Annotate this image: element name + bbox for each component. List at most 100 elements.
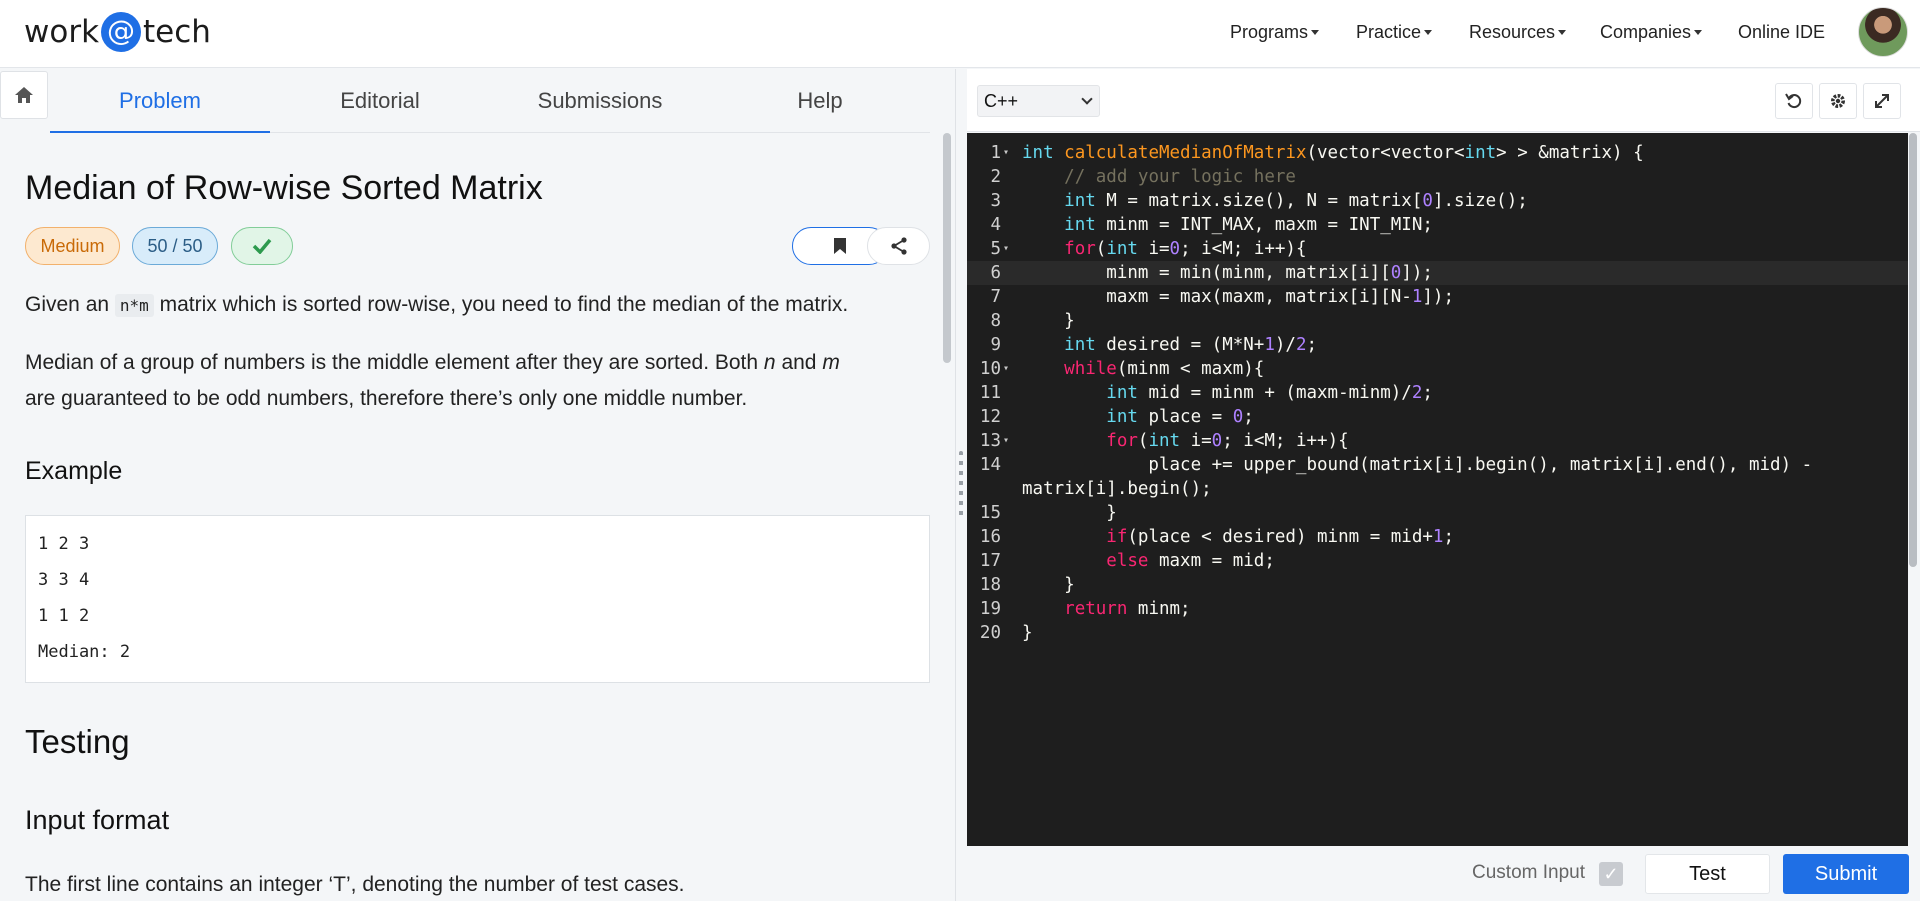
nav-practice-label: Practice xyxy=(1356,21,1422,42)
problem-description-2: Median of a group of numbers is the midd… xyxy=(25,345,930,417)
problem-scrollbar[interactable] xyxy=(943,133,951,363)
code-token: 1 xyxy=(1264,335,1275,355)
desc-text: Given an xyxy=(25,293,115,316)
test-button[interactable]: Test xyxy=(1645,854,1770,894)
code-token: if(place < desired) minm = mid+1; xyxy=(1106,527,1455,547)
code-line[interactable]: 14 place += upper_bound(matrix[i].begin(… xyxy=(967,453,1908,477)
code-line[interactable]: 11 int mid = minm + (maxm-minm)/2; xyxy=(967,381,1908,405)
line-number: 7 xyxy=(990,287,1001,307)
code-token: } xyxy=(1022,311,1075,331)
code-token: int xyxy=(1064,215,1096,235)
nav-resources[interactable]: Resources xyxy=(1469,22,1567,43)
site-logo[interactable]: work @ tech xyxy=(24,12,211,52)
fold-arrow-icon: ▾ xyxy=(1003,147,1010,158)
code-token: else maxm = mid; xyxy=(1106,551,1275,571)
code-token: 2 xyxy=(1295,335,1307,355)
code-line[interactable]: 13 ▾ for(int i=0; i<M; i++){ xyxy=(967,429,1908,453)
code-line[interactable]: 4 int minm = INT_MAX, maxm = INT_MIN; xyxy=(967,213,1908,237)
code-token: while xyxy=(1064,359,1117,379)
code-line[interactable]: 5 ▾ for(int i=0; i<M; i++){ xyxy=(967,237,1908,261)
nav-programs[interactable]: Programs xyxy=(1230,22,1320,43)
code-editor[interactable]: 1 ▾ int calculateMedianOfMatrix(vector<vec… xyxy=(967,133,1908,846)
settings-button[interactable] xyxy=(1819,83,1857,119)
code-token: int xyxy=(1106,239,1138,259)
code-token: int xyxy=(1106,383,1138,403)
var-n: n xyxy=(763,351,776,374)
code-line[interactable]: 8 } xyxy=(967,309,1908,333)
code-token: int desired = (M*N+1)/2; xyxy=(1064,335,1318,355)
bookmark-icon xyxy=(834,238,846,254)
fullscreen-button[interactable] xyxy=(1863,83,1901,119)
code-token: for(int i=0; i<M; i++){ xyxy=(1064,239,1307,259)
code-line[interactable]: 9 int desired = (M*N+1)/2; xyxy=(967,333,1908,357)
input-format-heading: Input format xyxy=(25,805,170,835)
code-line[interactable]: 3 int M = matrix.size(), N = matrix[0].s… xyxy=(967,189,1908,213)
tab-help[interactable]: Help xyxy=(710,69,930,133)
editor-pane: C++ 1 ▾ int calculateMedianOfMatrix(vector… xyxy=(967,69,1920,901)
line-number: 1 xyxy=(990,143,1001,163)
caret-down-icon xyxy=(1424,29,1433,35)
tab-editorial[interactable]: Editorial xyxy=(270,69,490,133)
code-line[interactable]: 18 } xyxy=(967,573,1908,597)
code-token: int minm = INT_MAX, maxm = INT_MIN; xyxy=(1064,215,1433,235)
code-token: for xyxy=(1064,239,1096,259)
code-line[interactable]: 12 int place = 0; xyxy=(967,405,1908,429)
testing-heading: Testing xyxy=(25,723,130,760)
share-button[interactable] xyxy=(867,227,930,265)
var-m: m xyxy=(822,351,840,374)
code-token: place += upper_bound(matrix[i].begin(), … xyxy=(1022,455,1813,475)
submit-button[interactable]: Submit xyxy=(1783,854,1909,894)
example-line: 1 1 2 xyxy=(38,606,90,626)
code-line[interactable]: 10 ▾ while(minm < maxm){ xyxy=(967,357,1908,381)
fold-arrow-icon: ▾ xyxy=(1003,435,1010,446)
code-token: while(minm < maxm){ xyxy=(1064,359,1265,379)
code-token: int xyxy=(1022,143,1054,163)
pane-splitter[interactable] xyxy=(955,69,967,901)
chevron-down-icon xyxy=(1081,93,1093,105)
user-avatar[interactable] xyxy=(1858,7,1908,57)
problem-tabs: Problem Editorial Submissions Help xyxy=(50,69,930,133)
example-line: Median: 2 xyxy=(38,642,131,662)
code-token: matrix[i].begin(); xyxy=(1022,479,1212,499)
share-icon xyxy=(890,237,907,255)
nav-online-ide[interactable]: Online IDE xyxy=(1738,22,1825,43)
code-token: int xyxy=(1064,191,1096,211)
editor-bottom-bar: Custom Input ✓ Test Submit xyxy=(967,846,1920,901)
code-line[interactable]: 6 minm = min(minm, matrix[i][0]); xyxy=(967,261,1908,285)
code-line[interactable]: 20} xyxy=(967,621,1908,645)
line-number: 3 xyxy=(990,191,1001,211)
home-button[interactable] xyxy=(0,71,48,119)
code-line[interactable]: matrix[i].begin(); xyxy=(967,477,1908,501)
nav-practice[interactable]: Practice xyxy=(1356,21,1433,43)
problem-pane: Problem Editorial Submissions Help Media… xyxy=(0,69,955,901)
nav-companies[interactable]: Companies xyxy=(1600,21,1703,43)
editor-toolbar: C++ xyxy=(967,69,1920,132)
language-select[interactable]: C++ xyxy=(977,85,1100,117)
code-line[interactable]: 2 // add your logic here xyxy=(967,165,1908,189)
drag-handle-icon[interactable] xyxy=(959,451,963,521)
line-number: 13 xyxy=(979,431,1001,451)
tab-problem[interactable]: Problem xyxy=(50,69,270,133)
code-line[interactable]: 17 else maxm = mid; xyxy=(967,549,1908,573)
code-line[interactable]: 1 ▾ int calculateMedianOfMatrix(vector<vec… xyxy=(967,141,1908,165)
score-badge: 50 / 50 xyxy=(132,227,218,265)
line-number: 20 xyxy=(979,623,1001,643)
home-icon xyxy=(15,87,33,103)
line-number: 16 xyxy=(979,527,1001,547)
inline-code: n*m xyxy=(114,294,154,317)
code-line[interactable]: 19 return minm; xyxy=(967,597,1908,621)
custom-input-checkbox[interactable]: ✓ xyxy=(1599,862,1623,886)
tab-submissions[interactable]: Submissions xyxy=(490,69,710,133)
reset-code-button[interactable] xyxy=(1775,83,1813,119)
code-token: 0 xyxy=(1422,191,1433,211)
logo-text-left: work xyxy=(24,14,100,50)
code-line[interactable]: 15 } xyxy=(967,501,1908,525)
code-token: minm = min(minm, matrix[i][0]); xyxy=(1022,263,1433,283)
reset-icon xyxy=(1785,93,1802,109)
code-line[interactable]: 16 if(place < desired) minm = mid+1; xyxy=(967,525,1908,549)
editor-scrollbar[interactable] xyxy=(1909,133,1917,567)
code-line[interactable]: 7 maxm = max(maxm, matrix[i][N-1]); xyxy=(967,285,1908,309)
nav-companies-label: Companies xyxy=(1600,21,1692,42)
line-number: 14 xyxy=(979,455,1001,475)
code-token: } xyxy=(1022,575,1075,595)
